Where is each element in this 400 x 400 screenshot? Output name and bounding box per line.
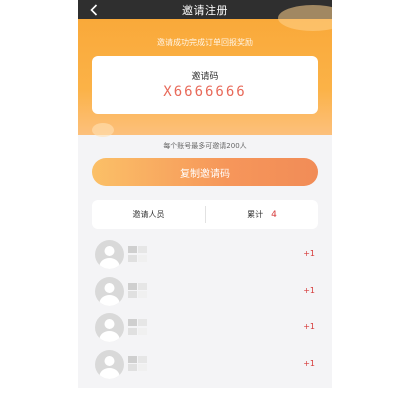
avatar (95, 276, 124, 306)
invite-code-value[interactable]: X6666666 (92, 84, 318, 100)
blurred-username (128, 282, 148, 299)
total-count: 4 (271, 209, 277, 220)
blurred-username (128, 246, 148, 262)
reward-count: +1 (303, 249, 315, 258)
phone-screen: 邀请注册 邀请成功完成订单回报奖励 邀请码 X6666666 每个账号最多可邀请… (78, 0, 332, 388)
decor-blob (278, 5, 332, 31)
avatar (95, 313, 124, 342)
invitee-list: +1 +1 +1 +1 (78, 236, 332, 382)
reward-count: +1 (303, 358, 315, 368)
default-avatar-icon (99, 319, 120, 342)
invitees-tab[interactable]: 邀请人员 (92, 200, 205, 229)
copy-invite-code-button[interactable]: 复制邀请码 (92, 158, 318, 186)
invite-code-card: 邀请码 X6666666 (92, 56, 318, 114)
blurred-username (128, 355, 148, 372)
list-item: +1 (78, 236, 332, 273)
list-item: +1 (78, 309, 332, 346)
default-avatar-icon (99, 355, 120, 379)
invite-limit-text: 每个账号最多可邀请200人 (163, 142, 247, 150)
reward-count: +1 (303, 322, 315, 331)
avatar (95, 349, 124, 379)
invite-stats-bar: 邀请人员 累计 4 (92, 200, 318, 229)
total-label: 累计 (247, 210, 264, 219)
invite-code-label: 邀请码 (191, 72, 219, 82)
default-avatar-icon (99, 246, 120, 269)
reward-count: +1 (303, 285, 315, 295)
reward-subtitle: 邀请成功完成订单回报奖励 (157, 38, 253, 47)
list-item: +1 (78, 346, 332, 383)
invite-hero-banner: 邀请成功完成订单回报奖励 邀请码 X6666666 (78, 5, 332, 137)
blurred-username (128, 319, 148, 335)
invitees-label: 邀请人员 (132, 210, 165, 219)
avatar (95, 240, 124, 269)
list-item: +1 (78, 273, 332, 310)
decor-blob (92, 123, 114, 137)
total-tab[interactable]: 累计 4 (206, 200, 318, 229)
default-avatar-icon (99, 282, 120, 306)
